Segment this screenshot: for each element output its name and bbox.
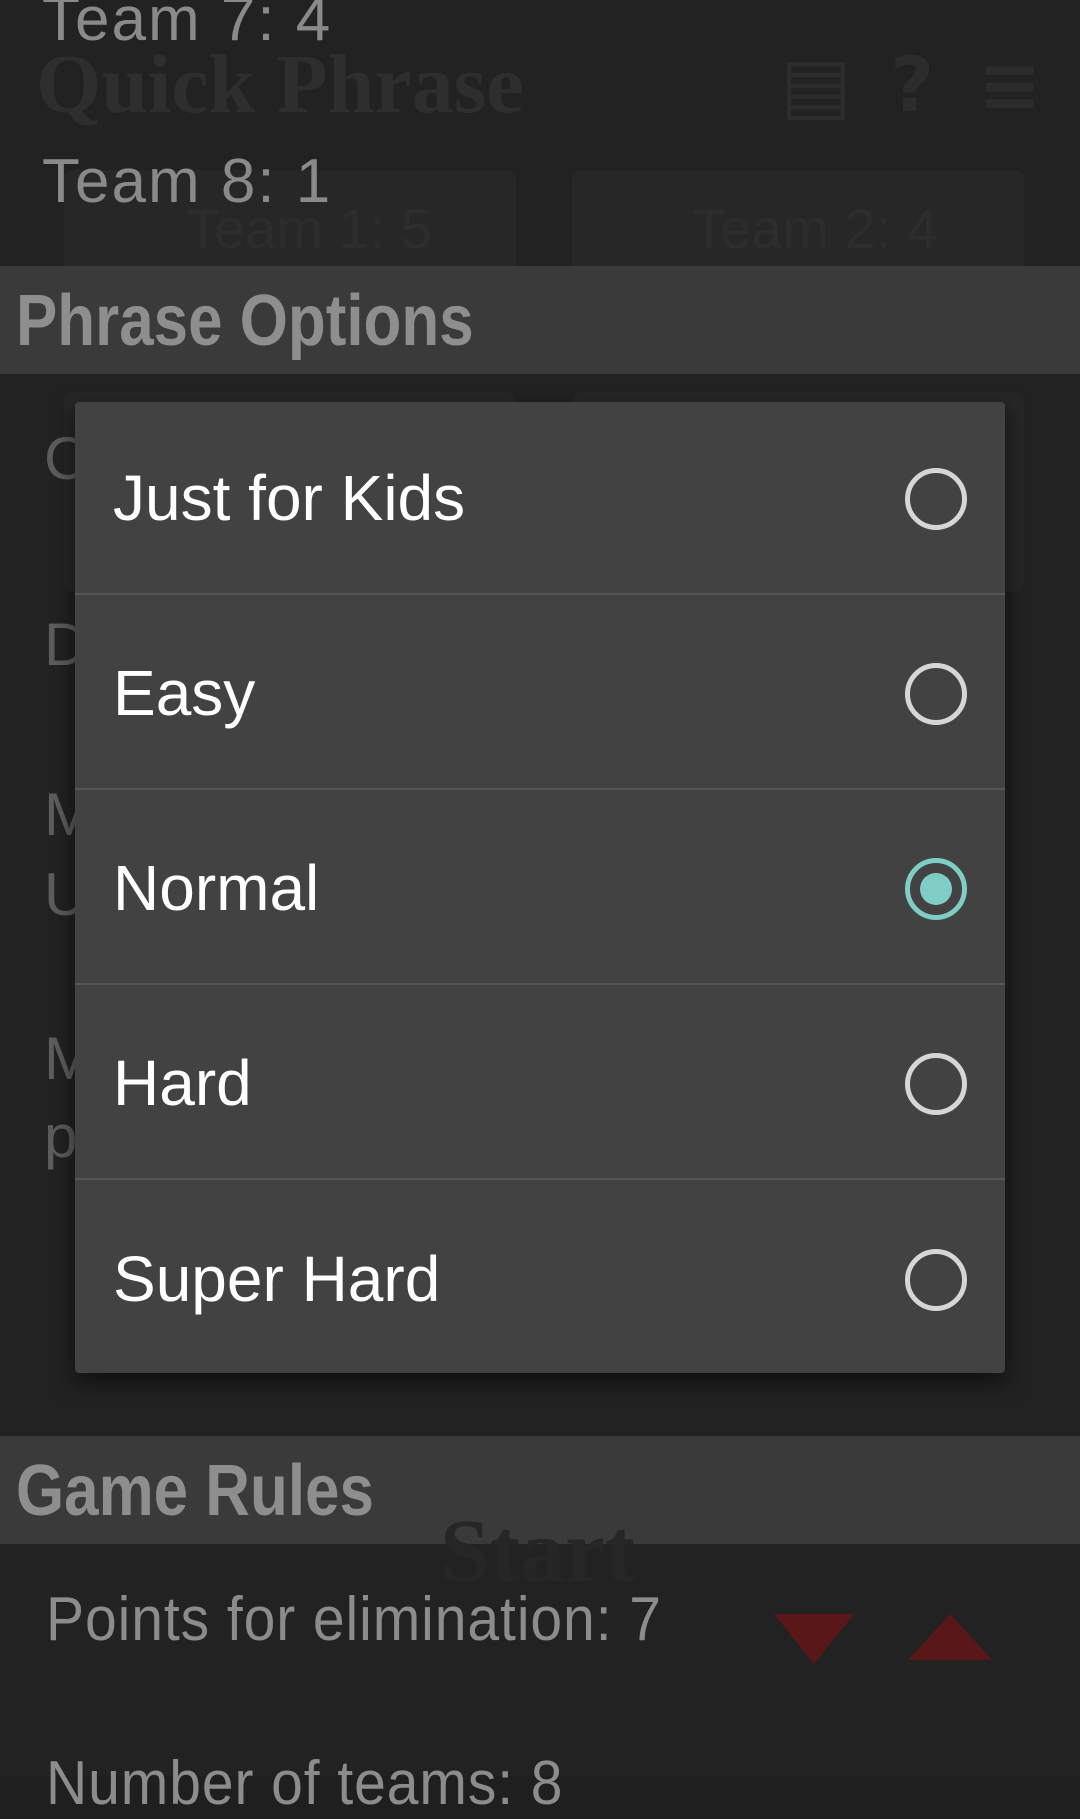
radio-unchecked-icon[interactable] [905, 662, 967, 725]
option-label: Hard [113, 1046, 252, 1119]
radio-unchecked-icon[interactable] [905, 467, 967, 530]
option-hard[interactable]: Hard [75, 987, 1005, 1180]
option-easy[interactable]: Easy [75, 597, 1005, 790]
option-label: Easy [113, 656, 256, 729]
clipboard-icon: ▤ [780, 40, 852, 129]
menu-icon: ≡ [978, 40, 1042, 129]
radio-checked-icon[interactable] [905, 857, 967, 920]
points-decrease-arrow-icon[interactable] [774, 1614, 854, 1664]
points-for-elimination-label: Points for elimination: 7 [46, 1585, 662, 1654]
radio-unchecked-icon[interactable] [905, 1052, 967, 1115]
help-icon: ? [890, 40, 935, 129]
option-label: Just for Kids [113, 461, 466, 534]
radio-dot [920, 872, 952, 905]
peek-letter-p: p [44, 1103, 78, 1170]
option-just-for-kids[interactable]: Just for Kids [75, 402, 1005, 595]
radio-unchecked-icon[interactable] [905, 1248, 967, 1311]
number-of-teams-label: Number of teams: 8 [46, 1749, 564, 1818]
team-8-score: Team 8: 1 [42, 147, 333, 216]
game-rules-title: Game Rules [16, 1451, 374, 1531]
option-super-hard[interactable]: Super Hard [75, 1182, 1005, 1373]
option-label: Normal [113, 851, 320, 924]
phrase-options-title: Phrase Options [16, 281, 474, 361]
points-increase-arrow-icon[interactable] [908, 1614, 992, 1660]
option-normal[interactable]: Normal [75, 792, 1005, 985]
difficulty-dialog: Just for Kids Easy Normal Hard Super Har… [75, 402, 1005, 1373]
team-2-score: Team 2: 4 [692, 197, 938, 260]
option-label: Super Hard [113, 1242, 441, 1315]
team-7-score: Team 7: 4 [42, 0, 333, 54]
